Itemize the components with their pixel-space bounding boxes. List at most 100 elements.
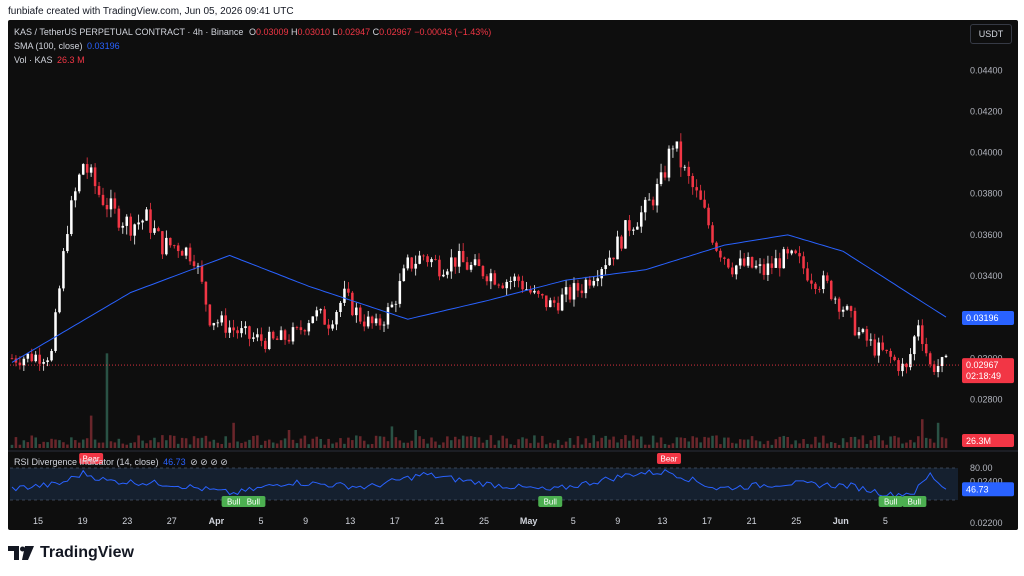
volume-bar — [853, 436, 857, 448]
volume-bar — [244, 441, 247, 448]
volume-bar — [940, 437, 944, 448]
candle — [422, 254, 425, 261]
candle — [501, 282, 505, 290]
candle-body — [184, 247, 188, 256]
volume-bar — [754, 440, 758, 448]
candle-body — [295, 327, 299, 328]
candle — [66, 225, 69, 254]
candle — [734, 264, 738, 280]
volume-bar — [734, 443, 738, 448]
candle-body — [600, 269, 603, 279]
chart-canvas[interactable]: 80.00BearBull Bull BullBearBull Bull 0.0440… — [8, 20, 1018, 530]
candle — [687, 161, 691, 184]
candle-body — [818, 288, 821, 290]
bull-marker: Bull — [538, 496, 563, 507]
chart-frame[interactable]: 80.00 Bear Bull Bull Bull Bear Bull Bull 0.0440… — [8, 20, 1018, 530]
volume-bar — [762, 444, 766, 448]
candle-body — [806, 268, 809, 281]
candle-body — [766, 263, 770, 275]
candle — [295, 325, 299, 330]
rsi-settings-icons[interactable]: ⊘ ⊘ ⊘ ⊘ — [190, 457, 228, 467]
sma-value: 0.03196 — [87, 41, 120, 51]
low-value: 0.02947 — [337, 27, 371, 37]
volume-bar — [921, 419, 924, 448]
candle-body — [940, 357, 944, 367]
candle-body — [390, 304, 394, 308]
candle-body — [802, 256, 805, 269]
candle — [260, 327, 263, 347]
volume-bar — [434, 441, 437, 448]
candle-body — [426, 256, 429, 263]
candle — [533, 285, 536, 295]
candle — [632, 227, 635, 235]
volume-bar — [944, 438, 948, 448]
candle-body — [647, 199, 651, 201]
candle — [493, 270, 497, 286]
candle-body — [893, 356, 896, 361]
volume-bar — [683, 438, 687, 448]
candle — [715, 241, 718, 253]
candle — [410, 257, 413, 272]
volume-bar — [101, 442, 105, 448]
candle-body — [628, 220, 631, 231]
candle — [303, 328, 307, 336]
candle-body — [746, 256, 750, 266]
volume-bar — [319, 438, 322, 448]
volume-bar — [34, 437, 37, 448]
candle-body — [34, 354, 37, 362]
candle — [485, 274, 489, 286]
volume-bar — [837, 444, 841, 448]
candle-body — [620, 236, 623, 249]
candle-body — [731, 267, 734, 275]
candle — [786, 246, 789, 260]
candle-body — [62, 251, 65, 289]
candle-body — [572, 283, 576, 300]
candle — [731, 262, 734, 278]
candle-body — [30, 353, 34, 362]
candle-body — [715, 242, 718, 251]
time-tick: May — [520, 516, 538, 526]
volume-bar — [707, 437, 710, 448]
candle-body — [70, 200, 73, 235]
volume-bar — [584, 438, 588, 448]
candle-body — [612, 257, 615, 260]
volume-bar — [865, 443, 869, 448]
candle-body — [616, 236, 619, 260]
volume-bar — [620, 439, 623, 448]
candle-body — [738, 258, 742, 266]
candle — [671, 145, 675, 158]
volume-bar — [663, 443, 667, 448]
candle — [117, 205, 121, 231]
candle — [240, 320, 243, 338]
price-tick: 0.04000 — [970, 148, 1003, 158]
candle-body — [568, 287, 572, 300]
candle — [505, 279, 508, 295]
candle — [169, 237, 172, 248]
time-tick: 27 — [167, 516, 177, 526]
volume-bar — [303, 435, 307, 448]
candle — [161, 230, 164, 259]
price-tick: 0.04200 — [970, 106, 1003, 116]
candle-body — [699, 190, 702, 200]
volume-bar — [299, 438, 303, 448]
volume-bar — [153, 437, 156, 448]
candle-body — [505, 281, 508, 289]
candle-body — [473, 259, 477, 266]
currency-button[interactable]: USDT — [970, 24, 1012, 44]
candle-body — [865, 329, 869, 341]
candle — [845, 304, 849, 311]
volume-bar — [125, 444, 129, 448]
sma-price-badge: 0.03196 — [962, 310, 1014, 325]
candle — [738, 250, 742, 269]
volume-bar — [537, 442, 540, 448]
change-value: −0.00043 (−1.43%) — [414, 27, 492, 37]
volume-bar — [370, 443, 374, 448]
volume-bar — [913, 442, 916, 448]
volume-bar — [806, 443, 809, 448]
volume-bar — [640, 436, 643, 448]
candle — [889, 348, 892, 364]
tradingview-logo[interactable]: TradingView — [8, 544, 134, 562]
candle — [418, 250, 421, 265]
volume-bar — [200, 437, 204, 448]
candle-body — [853, 310, 857, 336]
